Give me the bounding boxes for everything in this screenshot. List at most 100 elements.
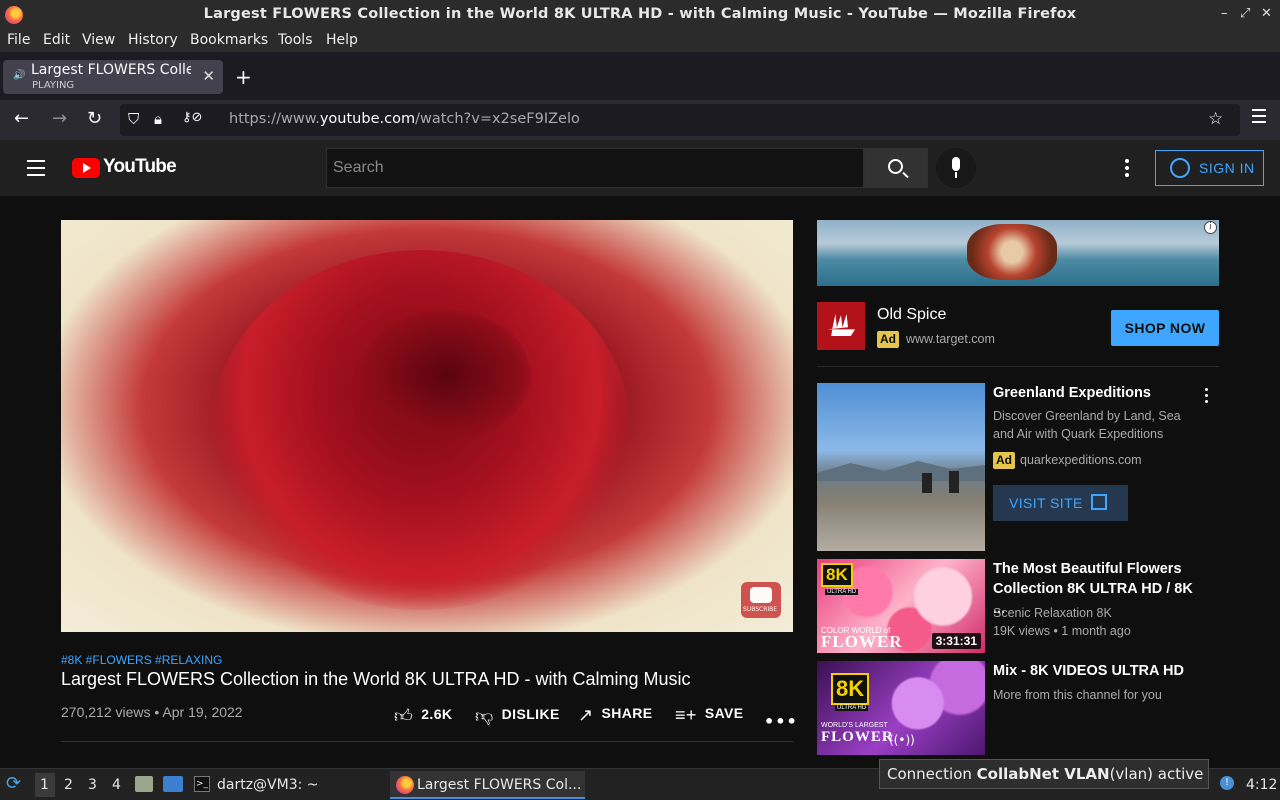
ad-ship-image — [967, 224, 1057, 280]
sidebar-ad-url: quarkexpeditions.com — [1020, 453, 1142, 467]
notification-icon[interactable]: ! — [1220, 776, 1234, 790]
thumbnail-caption: FLOWER — [821, 632, 903, 651]
old-spice-logo[interactable] — [817, 302, 865, 350]
search-box[interactable] — [326, 148, 864, 188]
workspace-1[interactable]: 1 — [40, 777, 49, 793]
new-tab-button[interactable]: + — [235, 65, 252, 89]
divider — [817, 366, 1219, 367]
search-input[interactable] — [333, 159, 833, 177]
voice-search-button[interactable] — [936, 148, 976, 188]
divider — [61, 741, 793, 742]
menu-bar: File Edit View History Bookmarks Tools H… — [0, 30, 1280, 52]
tab-title: Largest FLOWERS Collection in the World … — [31, 62, 191, 78]
share-icon: ↗ — [578, 705, 594, 725]
menu-edit[interactable]: Edit — [43, 32, 70, 48]
video-duration: 3:31:31 — [931, 633, 981, 649]
sidebar-video-meta: 19K views • 1 month ago — [993, 624, 1131, 638]
video-title: Largest FLOWERS Collection in the World … — [61, 669, 691, 689]
minimize-icon[interactable]: – — [1221, 6, 1228, 21]
8k-badge: 8K — [831, 673, 870, 705]
tab-youtube[interactable]: 🔊 Largest FLOWERS Collection in the Worl… — [3, 60, 223, 94]
lock-icon[interactable]: 🔒︎ — [154, 110, 162, 128]
sign-in-button[interactable]: SIGN IN — [1155, 150, 1264, 186]
search-icon — [888, 159, 903, 174]
dislike-button[interactable]: 👎︎ DISLIKE — [475, 705, 560, 727]
sidebar-mix-meta: More from this channel for you — [993, 688, 1162, 702]
more-actions-icon[interactable]: ••• — [764, 712, 798, 731]
shield-icon[interactable]: ⛉ — [128, 110, 139, 128]
save-button[interactable]: ≡+ SAVE — [675, 705, 744, 726]
thumbnail-caption-top: WORLD'S LARGEST — [821, 722, 888, 729]
permissions-icon[interactable]: ⚷⊘ — [182, 110, 202, 125]
menu-help[interactable]: Help — [326, 32, 358, 48]
ad-info-icon[interactable]: i — [1204, 221, 1217, 234]
url-bar[interactable]: ⛉ 🔒︎ ⚷⊘ https://www.youtube.com/watch?v=… — [120, 104, 1240, 136]
desktop-icon[interactable] — [163, 776, 183, 792]
mix-thumbnail[interactable]: 8K ULTRA HD WORLD'S LARGEST FLOWER ((•)) — [817, 661, 985, 755]
menu-view[interactable]: View — [82, 32, 115, 48]
speaker-icon[interactable]: 🔊 — [13, 70, 25, 81]
like-button[interactable]: 👍︎ 2.6K — [394, 705, 452, 727]
tab-close-icon[interactable]: ✕ — [202, 67, 215, 85]
back-icon[interactable]: ← — [14, 108, 29, 129]
playlist-add-icon: ≡+ — [675, 705, 697, 725]
sidebar-ad-description: Discover Greenland by Land, Sea and Air … — [993, 409, 1181, 441]
video-hashtags[interactable]: #8K #FLOWERS #RELAXING — [61, 653, 222, 667]
greenland-ad-thumbnail[interactable] — [817, 383, 985, 551]
shop-now-button[interactable]: SHOP NOW — [1111, 310, 1219, 346]
menu-bookmarks[interactable]: Bookmarks — [190, 32, 268, 48]
thumbs-up-icon: 👍︎ — [394, 706, 414, 726]
menu-file[interactable]: File — [7, 32, 30, 48]
ad-banner-image[interactable] — [817, 220, 1219, 286]
workspace-4[interactable]: 4 — [112, 777, 121, 793]
video-player[interactable] — [61, 220, 793, 632]
visit-site-button[interactable]: VISIT SITE — [993, 485, 1128, 521]
taskbar-terminal[interactable]: dartz@VM3: ~ — [217, 777, 319, 793]
start-menu-icon[interactable]: ⟳ — [6, 773, 21, 794]
view-count: 270,212 views • Apr 19, 2022 — [61, 704, 243, 720]
external-link-icon — [1091, 494, 1107, 510]
tab-bar: 🔊 Largest FLOWERS Collection in the Worl… — [0, 52, 1280, 100]
ad-badge: Ad — [877, 331, 899, 348]
youtube-logo-text[interactable]: YouTube — [103, 156, 177, 178]
menu-history[interactable]: History — [128, 32, 178, 48]
guide-menu-icon[interactable] — [27, 160, 45, 181]
youtube-header: YouTube SIGN IN — [0, 140, 1280, 196]
firefox-taskbar-icon — [396, 776, 414, 794]
network-tooltip: Connection CollabNet VLAN(vlan) active — [879, 759, 1209, 789]
maximize-icon[interactable]: ⤢ — [1240, 6, 1250, 21]
window-titlebar: Largest FLOWERS Collection in the World … — [0, 0, 1280, 30]
sidebar-ad-title[interactable]: Greenland Expeditions — [993, 383, 1193, 403]
youtube-logo-icon[interactable] — [72, 158, 100, 178]
thumbs-down-icon: 👎︎ — [475, 706, 494, 726]
taskbar-firefox[interactable]: Largest FLOWERS Col... — [417, 777, 581, 793]
settings-kebab-icon[interactable] — [1125, 159, 1129, 180]
reload-icon[interactable]: ↻ — [87, 108, 102, 129]
search-button[interactable] — [864, 148, 928, 188]
ad-url: www.target.com — [906, 332, 995, 346]
advertiser-name[interactable]: Old Spice — [877, 306, 946, 324]
workspace-3[interactable]: 3 — [88, 777, 97, 793]
window-title: Largest FLOWERS Collection in the World … — [203, 6, 1077, 22]
forward-icon[interactable]: → — [52, 108, 67, 129]
clock[interactable]: 4:12 — [1246, 777, 1277, 793]
microphone-icon — [952, 157, 960, 171]
menu-tools[interactable]: Tools — [278, 32, 313, 48]
file-manager-icon[interactable] — [135, 776, 153, 792]
workspace-2[interactable]: 2 — [64, 777, 73, 793]
video-thumbnail[interactable]: 8K ULTRA HD COLOR WORLD of FLOWER 3:31:3… — [817, 559, 985, 653]
app-menu-icon[interactable] — [1252, 109, 1266, 127]
thumbnail-caption: FLOWER — [821, 729, 894, 745]
bookmark-star-icon[interactable]: ☆ — [1208, 109, 1223, 129]
url-text[interactable]: https://www.youtube.com/watch?v=x2seF9IZ… — [229, 111, 580, 127]
ad-badge: Ad — [993, 452, 1015, 469]
subscribe-watermark-icon[interactable] — [741, 582, 781, 618]
sidebar-mix-title[interactable]: Mix - 8K VIDEOS ULTRA HD — [993, 661, 1193, 681]
close-window-icon[interactable]: ✕ — [1261, 6, 1272, 21]
account-icon — [1170, 158, 1190, 178]
live-mix-icon: ((•)) — [889, 733, 915, 747]
navigation-bar: ← → ↻ ⛉ 🔒︎ ⚷⊘ https://www.youtube.com/wa… — [0, 100, 1280, 140]
sidebar-video-channel[interactable]: Scenic Relaxation 8K — [993, 604, 1198, 622]
share-button[interactable]: ↗ SHARE — [578, 705, 653, 726]
sidebar-ad-menu-icon[interactable] — [1205, 388, 1209, 406]
